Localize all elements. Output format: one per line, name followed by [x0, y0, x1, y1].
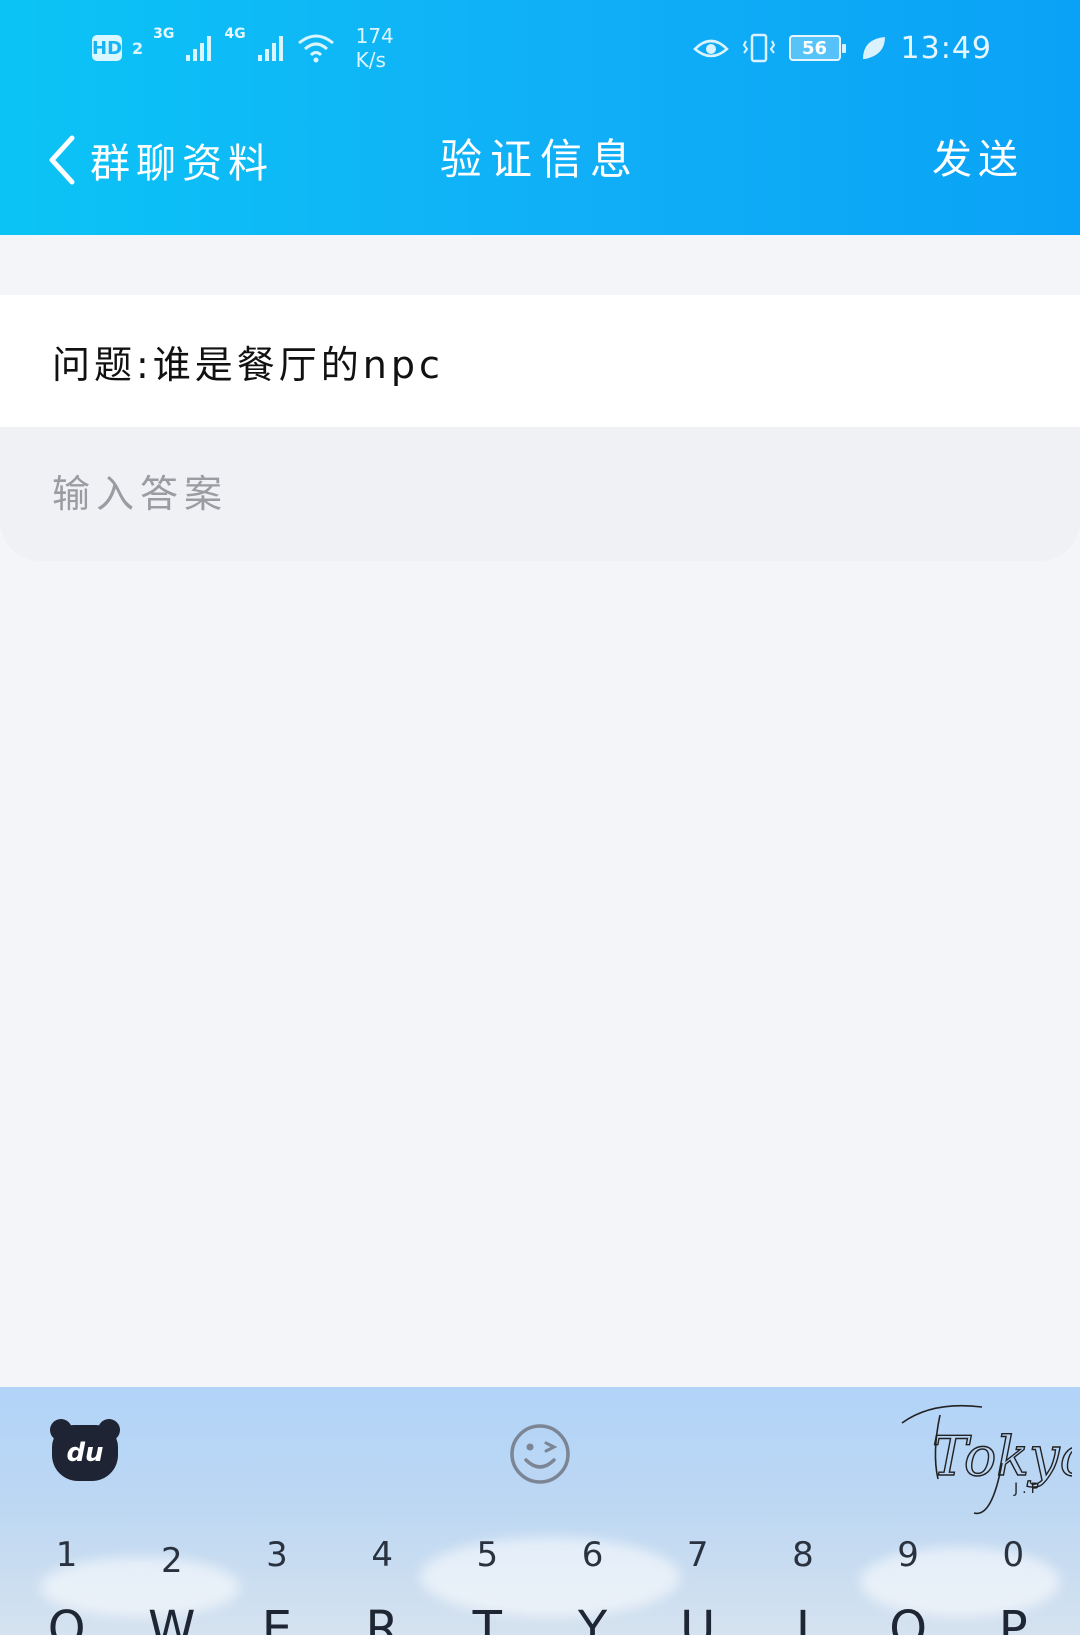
- key-6[interactable]: 6: [548, 1535, 638, 1585]
- emoji-icon[interactable]: [508, 1422, 572, 1486]
- key-u[interactable]: U: [653, 1601, 743, 1635]
- status-left: HD 2 3G 4G 174 K/s: [92, 18, 394, 78]
- back-label: 群聊资料: [90, 141, 274, 187]
- answer-row: [0, 427, 1080, 561]
- key-p[interactable]: P: [968, 1601, 1058, 1635]
- signal-icon: [186, 36, 212, 61]
- keyboard-toolbar: du Tokyo J.P: [0, 1387, 1080, 1517]
- key-7[interactable]: 7: [653, 1535, 743, 1585]
- key-1[interactable]: 1: [22, 1535, 112, 1585]
- send-button[interactable]: 发送: [932, 130, 1024, 190]
- status-right: 56 13:49: [692, 18, 992, 78]
- hd-badge: HD: [92, 35, 122, 61]
- back-button[interactable]: 群聊资料: [44, 130, 274, 190]
- key-2[interactable]: 2: [127, 1541, 217, 1585]
- leaf-icon: [862, 37, 885, 59]
- sim-number: 2: [132, 38, 144, 58]
- key-e[interactable]: E: [232, 1601, 322, 1635]
- key-9[interactable]: 9: [863, 1535, 953, 1585]
- key-8[interactable]: 8: [758, 1535, 848, 1585]
- app-header: HD 2 3G 4G 174 K/s 56 13:49 群聊资料 验证信息 发送: [0, 0, 1080, 235]
- status-time: 13:49: [900, 30, 992, 66]
- speed-unit: K/s: [355, 48, 386, 72]
- keyboard-letter-row: Q W E R T Y U I O P: [0, 1601, 1080, 1635]
- key-i[interactable]: I: [758, 1601, 848, 1635]
- wifi-icon: [297, 34, 334, 63]
- speed-value: 174: [355, 24, 394, 48]
- key-o[interactable]: O: [863, 1601, 953, 1635]
- vibrate-icon: [742, 33, 775, 63]
- keyboard-logo-text: du: [66, 1438, 104, 1468]
- key-w[interactable]: W: [127, 1601, 217, 1635]
- key-r[interactable]: R: [337, 1601, 427, 1635]
- key-5[interactable]: 5: [442, 1535, 532, 1585]
- navigation-bar: 群聊资料 验证信息 发送: [0, 110, 1080, 210]
- question-text: 问题:谁是餐厅的npc: [52, 342, 444, 387]
- key-q[interactable]: Q: [22, 1601, 112, 1635]
- key-3[interactable]: 3: [232, 1535, 322, 1585]
- verification-question: 问题:谁是餐厅的npc: [0, 295, 1080, 427]
- keyboard-logo-button[interactable]: du: [50, 1419, 120, 1481]
- keyboard-theme-sub: J.P: [1013, 1481, 1043, 1497]
- soft-keyboard: du Tokyo J.P 1 2 3 4 5 6 7 8 9 0 Q W E R: [0, 1387, 1080, 1635]
- keyboard-theme-logo: Tokyo J.P: [901, 1404, 1072, 1515]
- network-speed: 174 K/s: [356, 24, 394, 72]
- answer-input[interactable]: [52, 454, 1012, 534]
- battery-indicator: 56: [788, 35, 846, 61]
- signal-icon: [257, 36, 283, 61]
- keyboard-number-row: 1 2 3 4 5 6 7 8 9 0: [0, 1535, 1080, 1585]
- network-4g-label: 4G: [224, 26, 246, 42]
- key-0[interactable]: 0: [968, 1535, 1058, 1585]
- keyboard-theme-name: Tokyo: [932, 1425, 1072, 1488]
- key-t[interactable]: T: [442, 1601, 532, 1635]
- key-y[interactable]: Y: [548, 1601, 638, 1635]
- chevron-left-icon: [49, 135, 75, 185]
- eye-icon: [692, 39, 729, 58]
- network-3g-label: 3G: [153, 26, 175, 42]
- key-4[interactable]: 4: [337, 1535, 427, 1585]
- status-bar: HD 2 3G 4G 174 K/s 56 13:49: [0, 0, 1080, 90]
